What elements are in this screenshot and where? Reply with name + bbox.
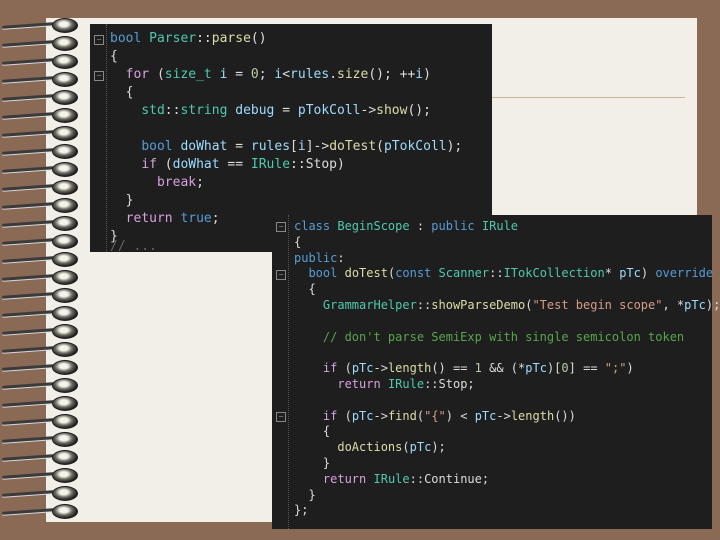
spiral-coil-icon bbox=[1, 18, 80, 33]
fold-toggle-icon[interactable]: − bbox=[276, 270, 286, 280]
spiral-coil-icon bbox=[1, 288, 80, 303]
spiral-binding-icon bbox=[1, 18, 80, 524]
code-line: } bbox=[110, 193, 134, 208]
spiral-coil-icon bbox=[1, 108, 80, 123]
spiral-coil-icon bbox=[1, 270, 80, 285]
spiral-coil-icon bbox=[1, 36, 80, 51]
fold-toggle-icon[interactable]: − bbox=[94, 71, 104, 81]
editor-gutter bbox=[272, 215, 289, 529]
editor-gutter bbox=[90, 24, 107, 252]
code-line: { bbox=[294, 424, 331, 439]
spiral-coil-icon bbox=[1, 90, 80, 105]
spiral-coil-icon bbox=[1, 216, 80, 231]
fold-toggle-icon[interactable]: − bbox=[276, 222, 286, 232]
code-line: bool doWhat = rules[i]->doTest(pTokColl)… bbox=[141, 139, 463, 154]
code-line: public: bbox=[294, 250, 345, 265]
code-line: { bbox=[110, 49, 118, 64]
spiral-coil-icon bbox=[1, 396, 80, 411]
code-lines: class BeginScope : public IRule{public: … bbox=[294, 219, 720, 519]
code-line: if (doWhat == IRule::Stop) bbox=[141, 157, 345, 172]
code-line: } bbox=[294, 455, 331, 470]
spiral-coil-icon bbox=[1, 468, 80, 483]
spiral-coil-icon bbox=[1, 486, 80, 501]
code-line: bool doTest(const Scanner::ITokCollectio… bbox=[308, 266, 714, 281]
code-cutoff-line: // ... bbox=[110, 239, 157, 254]
spiral-coil-icon bbox=[1, 414, 80, 429]
fold-toggle-icon[interactable]: − bbox=[276, 412, 286, 422]
code-line: return IRule::Stop; bbox=[337, 376, 475, 391]
spiral-coil-icon bbox=[1, 54, 80, 69]
code-line: std::string debug = pTokColl->show(); bbox=[141, 103, 431, 118]
spiral-coil-icon bbox=[1, 378, 80, 393]
code-line: }; bbox=[294, 503, 309, 518]
spiral-coil-icon bbox=[1, 360, 80, 375]
code-line: { bbox=[110, 85, 134, 100]
code-line: if (pTc->find("{") < pTc->length()) bbox=[322, 408, 576, 423]
code-lines: bool Parser::parse(){ for (size_t i = 0;… bbox=[110, 30, 462, 246]
code-line: GrammarHelper::showParseDemo("Test begin… bbox=[322, 297, 720, 312]
code-line: return IRule::Continue; bbox=[322, 471, 490, 486]
spiral-coil-icon bbox=[1, 126, 80, 141]
code-line: // don't parse SemiExp with single semic… bbox=[322, 329, 685, 344]
code-line: { bbox=[294, 234, 302, 249]
code-line: bool Parser::parse() bbox=[110, 31, 267, 46]
spiral-coil-icon bbox=[1, 144, 80, 159]
code-line: doActions(pTc); bbox=[337, 440, 446, 455]
spiral-coil-icon bbox=[1, 324, 80, 339]
code-line: if (pTc->length() == 1 && (*pTc)[0] == "… bbox=[322, 361, 634, 376]
spiral-coil-icon bbox=[1, 450, 80, 465]
spiral-coil-icon bbox=[1, 198, 80, 213]
spiral-coil-icon bbox=[1, 252, 80, 267]
spiral-coil-icon bbox=[1, 504, 80, 519]
spiral-coil-icon bbox=[1, 432, 80, 447]
code-snippet-beginscope: − − − class BeginScope : public IRule{pu… bbox=[272, 215, 720, 529]
code-line: { bbox=[294, 282, 316, 297]
spiral-coil-icon bbox=[1, 234, 80, 249]
code-line: } bbox=[294, 487, 316, 502]
spiral-coil-icon bbox=[1, 162, 80, 177]
spiral-coil-icon bbox=[1, 72, 80, 87]
spiral-coil-icon bbox=[1, 342, 80, 357]
code-line: for (size_t i = 0; i<rules.size(); ++i) bbox=[125, 67, 431, 82]
code-line: break; bbox=[156, 175, 204, 190]
spiral-coil-icon bbox=[1, 180, 80, 195]
code-line: class BeginScope : public IRule bbox=[294, 219, 519, 233]
spiral-coil-icon bbox=[1, 306, 80, 321]
fold-toggle-icon[interactable]: − bbox=[94, 35, 104, 45]
